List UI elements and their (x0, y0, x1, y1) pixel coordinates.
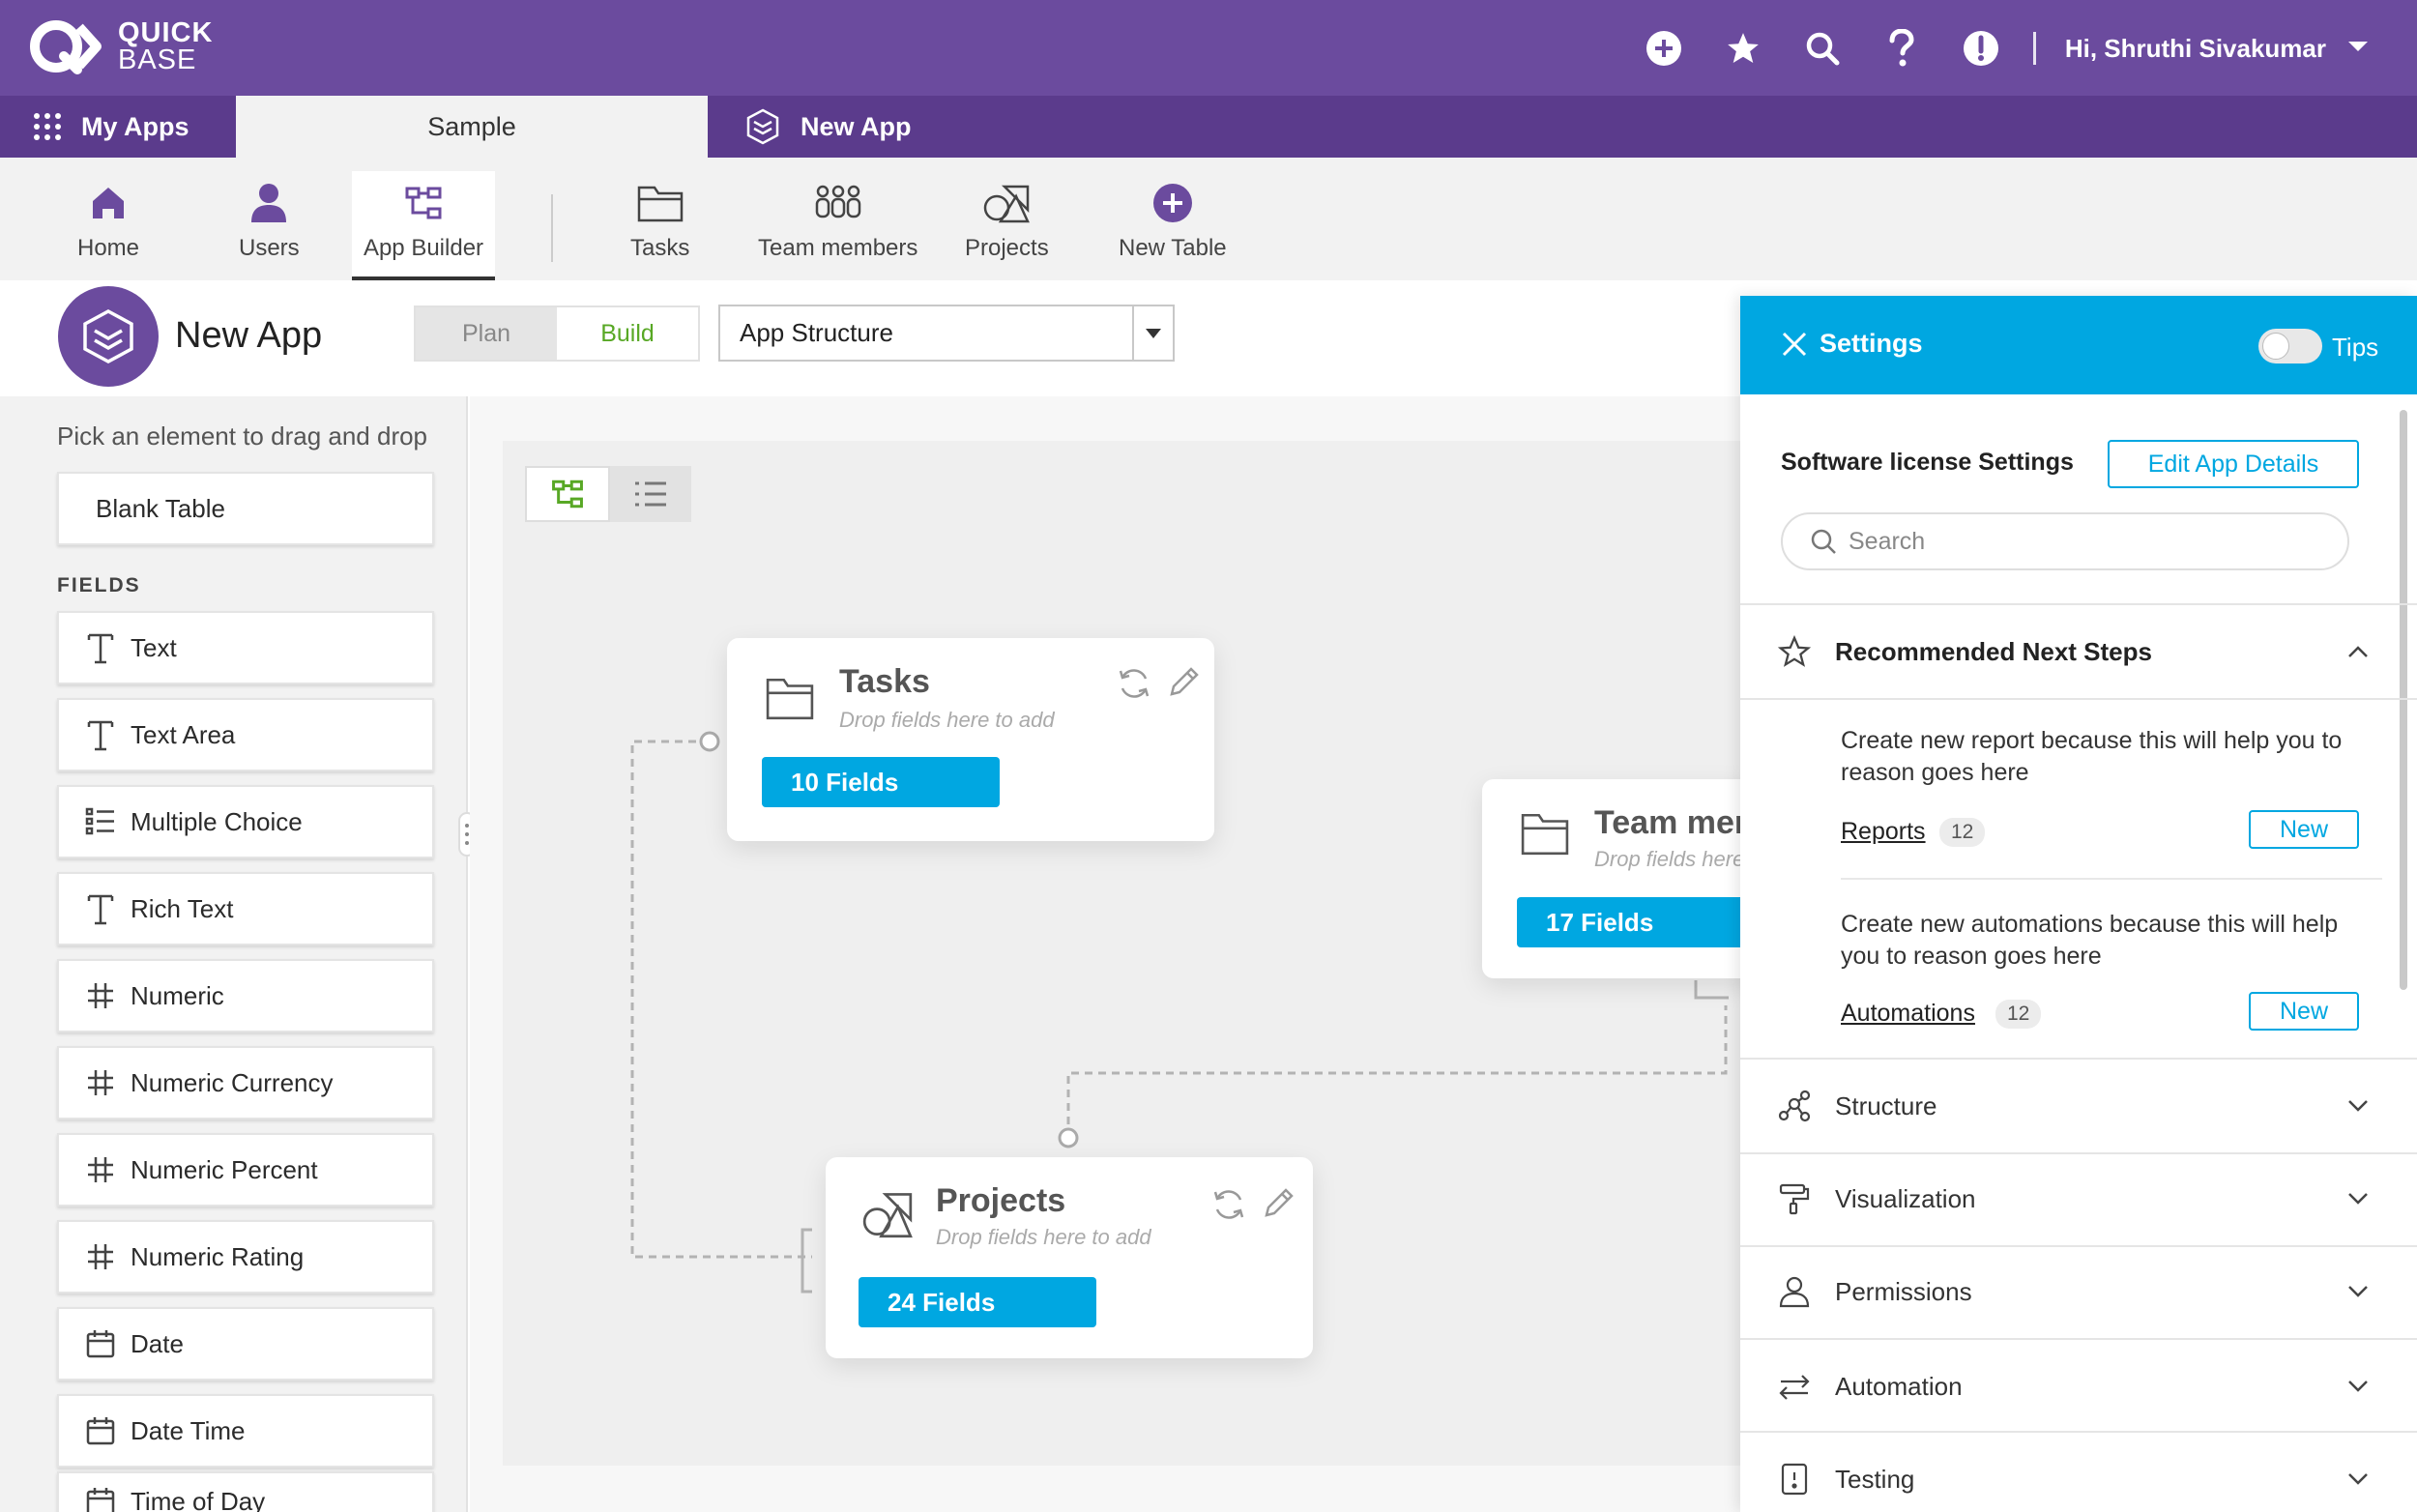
edit-app-details-button[interactable]: Edit App Details (2108, 440, 2359, 488)
refresh-icon[interactable] (1210, 1186, 1247, 1228)
section-structure-label: Structure (1835, 1090, 1937, 1120)
table-name: Projects (936, 1182, 1066, 1219)
tips-label: Tips (2332, 333, 2379, 362)
toggle-knob (2262, 333, 2289, 360)
card-actions (1116, 665, 1201, 707)
table-drop-hint: Drop fields here to add (936, 1225, 1151, 1249)
new-report-button[interactable]: New (2249, 810, 2359, 849)
recommended-steps-title: Recommended Next Steps (1835, 636, 2152, 666)
fields-count-button[interactable]: 17 Fields (1517, 897, 1755, 947)
settings-search (1781, 512, 2349, 570)
section-visualization-label: Visualization (1835, 1183, 1976, 1213)
refresh-icon[interactable] (1116, 665, 1152, 707)
section-automation-label: Automation (1835, 1371, 1963, 1401)
chevron-down-icon (2347, 1285, 2369, 1298)
automations-link[interactable]: Automations (1841, 1000, 1975, 1028)
structure-icon (1777, 1090, 1812, 1122)
close-icon[interactable] (1781, 331, 1808, 363)
step-description: Create new automations because this will… (1841, 911, 2339, 970)
settings-header: Settings Tips (1740, 296, 2417, 394)
fields-count-button[interactable]: 24 Fields (859, 1277, 1096, 1327)
chevron-down-icon (2347, 1099, 2369, 1113)
chevron-down-icon (2347, 1472, 2369, 1486)
chevron-down-icon (2347, 1380, 2369, 1393)
recommended-steps-header[interactable]: Recommended Next Steps (1740, 605, 2417, 698)
automations-count-badge: 12 (1995, 1000, 2042, 1029)
settings-panel: Settings Tips Software license Settings … (1740, 296, 2417, 1512)
paint-roller-icon (1777, 1182, 1812, 1215)
step-description: Create new report because this will help… (1841, 727, 2343, 786)
edit-pencil-icon[interactable] (1261, 1186, 1296, 1228)
search-icon (1810, 528, 1837, 555)
card-actions (1210, 1186, 1296, 1228)
chevron-up-icon (2347, 645, 2369, 658)
license-settings-title: Software license Settings (1781, 449, 2074, 476)
reports-link[interactable]: Reports (1841, 818, 1926, 846)
section-permissions-label: Permissions (1835, 1276, 1972, 1306)
table-drop-hint: Drop fields here to add (839, 708, 1055, 732)
chevron-down-icon (2347, 1192, 2369, 1206)
table-drop-hint: Drop fields here (1594, 847, 1745, 871)
table-name: Team mem (1594, 804, 1764, 841)
table-card-projects[interactable]: Projects Drop fields here to add 24 Fiel… (826, 1157, 1313, 1358)
section-structure[interactable]: Structure (1740, 1060, 2417, 1152)
star-outline-icon (1777, 635, 1812, 668)
divider (1841, 878, 2382, 880)
person-icon (1777, 1275, 1812, 1308)
section-testing-label: Testing (1835, 1464, 1915, 1494)
section-testing[interactable]: Testing (1740, 1433, 2417, 1512)
swap-arrows-icon (1777, 1370, 1812, 1403)
shapes-icon (862, 1190, 913, 1243)
settings-search-input[interactable] (1849, 527, 2313, 556)
section-visualization[interactable]: Visualization (1740, 1152, 2417, 1245)
folder-icon (1521, 810, 1569, 861)
tips-toggle[interactable] (2258, 329, 2322, 363)
edit-pencil-icon[interactable] (1166, 665, 1201, 707)
table-name: Tasks (839, 663, 930, 700)
section-automation[interactable]: Automation (1740, 1340, 2417, 1433)
fields-count-button[interactable]: 10 Fields (762, 757, 1000, 807)
section-permissions[interactable]: Permissions (1740, 1245, 2417, 1338)
folder-icon (766, 675, 814, 726)
panel-scrollbar[interactable] (2400, 410, 2407, 990)
new-automation-button[interactable]: New (2249, 992, 2359, 1031)
reports-count-badge: 12 (1939, 818, 1986, 847)
divider (1740, 698, 2417, 700)
table-card-tasks[interactable]: Tasks Drop fields here to add 10 Fields (727, 638, 1214, 841)
testing-icon (1777, 1463, 1812, 1496)
settings-title: Settings (1820, 329, 1923, 358)
